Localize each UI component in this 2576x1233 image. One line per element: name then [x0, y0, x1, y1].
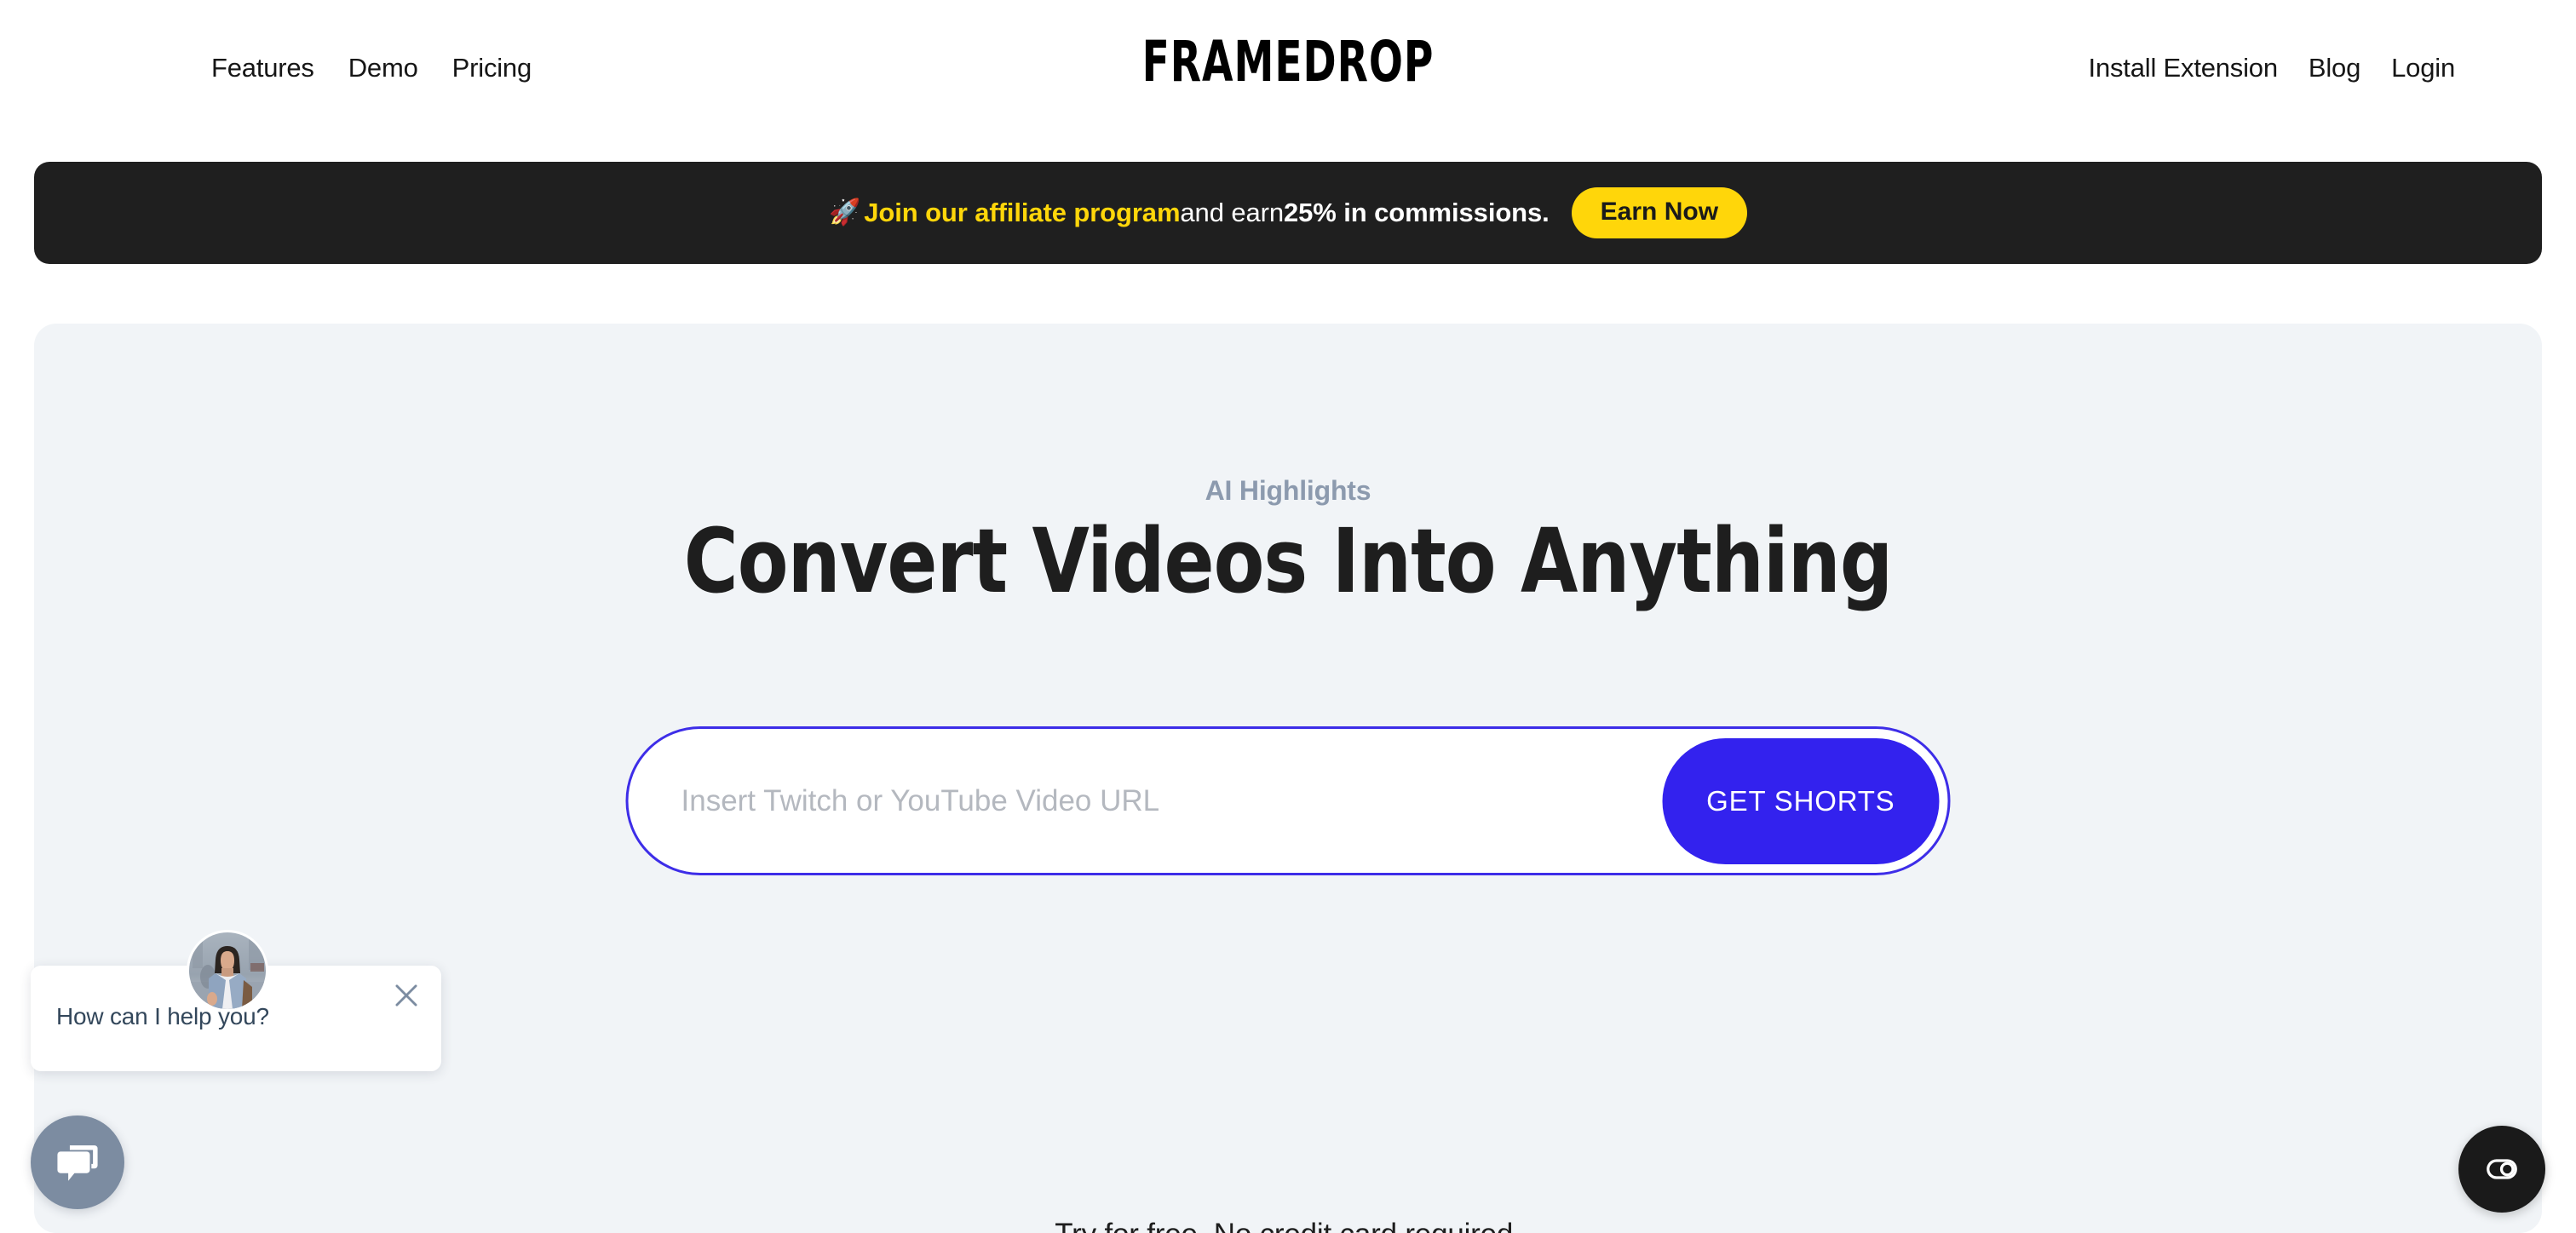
avatar — [189, 932, 266, 1009]
video-url-input[interactable] — [681, 729, 1663, 873]
nav-item-install-extension[interactable]: Install Extension — [2089, 53, 2279, 83]
close-icon[interactable] — [390, 979, 423, 1012]
chat-launcher-button[interactable] — [31, 1115, 124, 1209]
get-shorts-button[interactable]: GET SHORTS — [1662, 737, 1940, 864]
accessibility-widget-button[interactable] — [2458, 1126, 2545, 1213]
hero-section: AI Highlights Convert Videos Into Anythi… — [34, 324, 2542, 1233]
affiliate-bold: 25% in commissions. — [1284, 198, 1550, 227]
primary-nav-right: Install Extension Blog Login — [2089, 53, 2456, 83]
video-url-searchbar: GET SHORTS — [625, 726, 1951, 875]
affiliate-middle: and earn — [1180, 198, 1284, 227]
affiliate-banner-text: 🚀 Join our affiliate program and earn 25… — [829, 198, 1550, 228]
chat-bubbles-icon — [57, 1145, 98, 1181]
nav-item-blog[interactable]: Blog — [2309, 53, 2360, 83]
accessibility-toggle-icon — [2487, 1159, 2517, 1179]
affiliate-highlight: Join our affiliate program — [864, 198, 1181, 227]
affiliate-banner: 🚀 Join our affiliate program and earn 25… — [34, 162, 2542, 264]
brand-logo[interactable]: FRAMEDROP — [1137, 33, 1438, 89]
nav-item-pricing[interactable]: Pricing — [452, 53, 532, 83]
earn-now-button[interactable]: Earn Now — [1571, 187, 1748, 238]
hero-eyebrow: AI Highlights — [1205, 475, 1371, 506]
hero-subtext: Try for free. No credit card required. — [34, 1218, 2542, 1233]
site-header: Features Demo Pricing FRAMEDROP Install … — [0, 0, 2576, 152]
nav-item-demo[interactable]: Demo — [348, 53, 418, 83]
hero-headline: Convert Videos Into Anything — [683, 509, 1893, 613]
nav-item-login[interactable]: Login — [2391, 53, 2455, 83]
brand-logo-text: FRAMEDROP — [1141, 28, 1435, 95]
nav-item-features[interactable]: Features — [211, 53, 314, 83]
primary-nav-left: Features Demo Pricing — [211, 53, 532, 83]
rocket-icon: 🚀 — [828, 198, 861, 227]
chat-agent-avatar — [187, 930, 268, 1012]
